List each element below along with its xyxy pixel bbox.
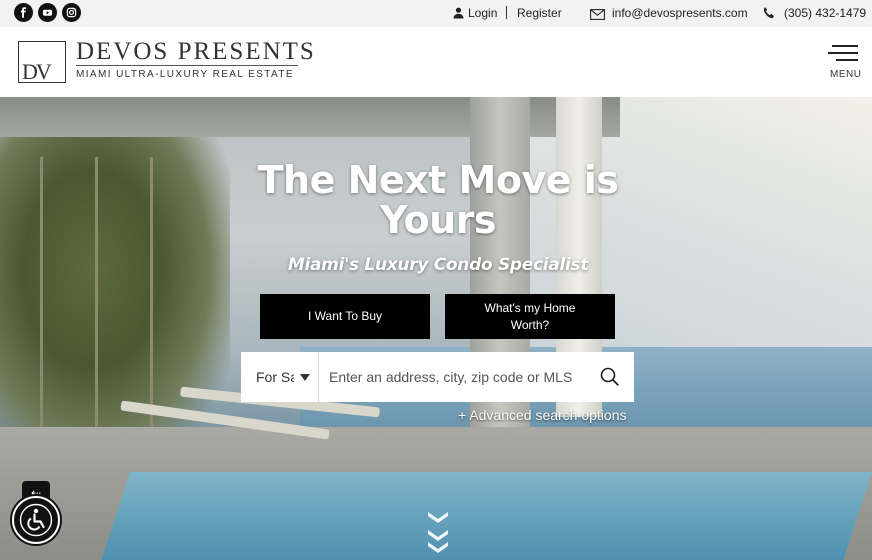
home-worth-button[interactable]: What's my Home Worth?	[445, 294, 615, 339]
search-icon[interactable]	[597, 364, 623, 390]
hero-subtitle: Miami's Luxury Condo Specialist	[287, 255, 589, 275]
phone-icon	[762, 6, 776, 25]
listing-type-value: For Sale	[256, 369, 294, 385]
logo-rule	[76, 65, 298, 66]
logo-tagline: MIAMI ULTRA-LUXURY REAL ESTATE	[76, 69, 294, 80]
email-link[interactable]: info@devospresents.com	[612, 6, 748, 20]
site-header: DV DEVOS PRESENTS MIAMI ULTRA-LUXURY REA…	[0, 27, 872, 97]
user-icon	[453, 6, 464, 24]
wheelchair-icon	[19, 503, 53, 537]
scroll-down-icon[interactable]	[424, 510, 452, 558]
search-input[interactable]	[321, 352, 576, 402]
listing-type-select[interactable]: For Sale	[241, 352, 319, 402]
caret-down-icon	[300, 374, 310, 381]
youtube-icon[interactable]	[38, 3, 57, 22]
logo-mark: DV	[22, 59, 52, 84]
search-bar: For Sale	[241, 352, 634, 402]
tree-trunk	[40, 157, 43, 457]
advanced-search-link[interactable]: + Advanced search options	[458, 407, 627, 423]
hamburger-icon	[828, 52, 858, 54]
hamburger-icon	[832, 45, 858, 47]
hero-pool	[100, 472, 872, 560]
hero-title: The Next Move is Yours	[257, 158, 619, 242]
register-link[interactable]: Register	[517, 6, 562, 20]
menu-label: MENU	[830, 69, 862, 80]
facebook-icon[interactable]	[14, 3, 33, 22]
hamburger-icon	[836, 59, 858, 61]
instagram-icon[interactable]	[62, 3, 81, 22]
accessibility-button[interactable]	[12, 496, 60, 544]
envelope-icon	[590, 7, 605, 25]
phone-link[interactable]: (305) 432-1479	[784, 6, 866, 20]
login-link[interactable]: Login	[468, 6, 497, 20]
logo-name: DEVOS PRESENTS	[76, 38, 316, 65]
divider	[506, 6, 507, 19]
buy-button[interactable]: I Want To Buy	[260, 294, 430, 339]
tree-trunk	[95, 157, 98, 457]
top-bar: Login Register info@devospresents.com (3…	[0, 0, 872, 27]
